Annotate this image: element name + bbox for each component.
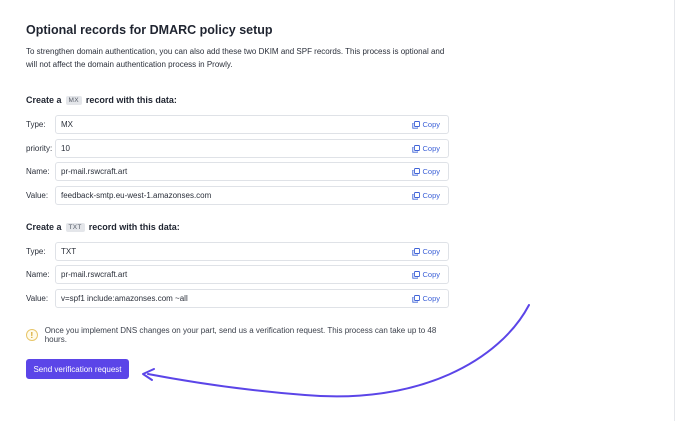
copy-button[interactable]: Copy [412, 247, 440, 256]
copy-label: Copy [422, 191, 440, 200]
copy-button[interactable]: Copy [412, 167, 440, 176]
txt-type-field[interactable]: TXT Copy [55, 242, 449, 261]
field-value[interactable]: MX [61, 120, 73, 129]
mx-name-field[interactable]: pr-mail.rswcraft.art Copy [55, 162, 449, 181]
mx-type-field[interactable]: MX Copy [55, 115, 449, 134]
mx-type-row: Type: MX Copy [26, 115, 450, 134]
copy-icon [412, 167, 421, 176]
mx-heading-suffix: record with this data: [85, 95, 177, 105]
field-value[interactable]: feedback-smtp.eu-west-1.amazonses.com [61, 191, 211, 200]
mx-priority-field[interactable]: 10 Copy [55, 139, 449, 158]
copy-button[interactable]: Copy [412, 144, 440, 153]
field-value[interactable]: TXT [61, 247, 76, 256]
mx-name-row: Name: pr-mail.rswcraft.art Copy [26, 162, 450, 181]
txt-name-field[interactable]: pr-mail.rswcraft.art Copy [55, 265, 449, 284]
txt-type-row: Type: TXT Copy [26, 242, 450, 261]
field-label: priority: [26, 144, 53, 153]
field-label: Name: [26, 167, 50, 176]
field-value[interactable]: pr-mail.rswcraft.art [61, 270, 127, 279]
txt-name-row: Name: pr-mail.rswcraft.art Copy [26, 265, 450, 284]
notice-text: Once you implement DNS changes on your p… [44, 326, 437, 344]
txt-section-heading: Create a TXT record with this data: [26, 222, 180, 232]
copy-label: Copy [422, 144, 440, 153]
warning-icon: ! [26, 329, 38, 341]
mx-value-row: Value: feedback-smtp.eu-west-1.amazonses… [26, 186, 450, 205]
page-edge-divider [674, 0, 675, 421]
txt-heading-prefix: Create a [26, 222, 62, 232]
copy-icon [412, 120, 421, 129]
txt-value-row: Value: v=spf1 include:amazonses.com ~all… [26, 289, 450, 308]
copy-label: Copy [422, 120, 440, 129]
mx-record-tag: MX [65, 95, 82, 105]
copy-label: Copy [422, 270, 440, 279]
copy-button[interactable]: Copy [412, 270, 440, 279]
copy-icon [412, 270, 421, 279]
txt-heading-suffix: record with this data: [88, 222, 180, 232]
txt-record-tag: TXT [65, 222, 85, 232]
field-label: Value: [26, 294, 49, 303]
field-label: Value: [26, 191, 49, 200]
verification-notice: ! Once you implement DNS changes on your… [26, 326, 448, 344]
copy-icon [412, 144, 421, 153]
mx-priority-row: priority: 10 Copy [26, 139, 450, 158]
copy-icon [412, 247, 421, 256]
copy-label: Copy [422, 247, 440, 256]
mx-value-field[interactable]: feedback-smtp.eu-west-1.amazonses.com Co… [55, 186, 449, 205]
field-value[interactable]: 10 [61, 144, 70, 153]
send-verification-request-button[interactable]: Send verification request [26, 359, 129, 379]
field-label: Type: [26, 247, 46, 256]
copy-label: Copy [422, 167, 440, 176]
page-description: To strengthen domain authentication, you… [26, 47, 445, 69]
page-title: Optional records for DMARC policy setup [26, 23, 273, 37]
field-label: Type: [26, 120, 46, 129]
copy-button[interactable]: Copy [412, 294, 440, 303]
copy-icon [412, 191, 421, 200]
copy-icon [412, 294, 421, 303]
mx-section-heading: Create a MX record with this data: [26, 95, 177, 105]
copy-button[interactable]: Copy [412, 191, 440, 200]
txt-value-field[interactable]: v=spf1 include:amazonses.com ~all Copy [55, 289, 449, 308]
copy-button[interactable]: Copy [412, 120, 440, 129]
field-value[interactable]: v=spf1 include:amazonses.com ~all [61, 294, 188, 303]
copy-label: Copy [422, 294, 440, 303]
field-value[interactable]: pr-mail.rswcraft.art [61, 167, 127, 176]
field-label: Name: [26, 270, 50, 279]
mx-heading-prefix: Create a [26, 95, 62, 105]
